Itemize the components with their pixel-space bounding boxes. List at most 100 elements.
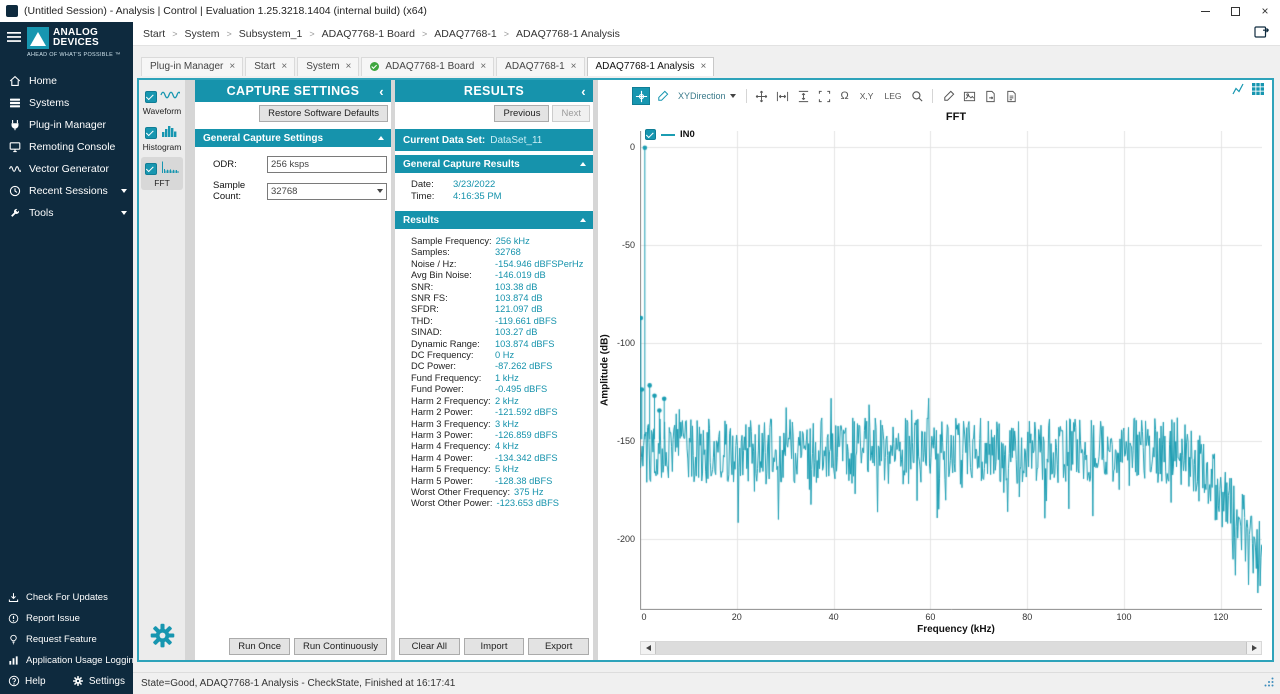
minimize-icon bbox=[1201, 11, 1210, 12]
fit-all-button[interactable] bbox=[816, 87, 834, 105]
waveform-checkbox[interactable] bbox=[145, 91, 157, 103]
breadcrumb-item-adaq7768-1-board[interactable]: ADAQ7768-1 Board bbox=[322, 28, 415, 40]
fft-plot-area[interactable]: IN0 bbox=[640, 131, 1262, 610]
y-tick-label: -50 bbox=[622, 240, 635, 250]
annotate-tool-button[interactable] bbox=[653, 87, 671, 105]
run-continuously-button[interactable]: Run Continuously bbox=[294, 638, 387, 655]
tab-system[interactable]: System× bbox=[297, 57, 359, 76]
view-fft[interactable]: FFT bbox=[141, 157, 183, 190]
import-button[interactable]: Import bbox=[464, 638, 525, 655]
fft-checkbox[interactable] bbox=[145, 163, 157, 175]
legend-item: IN0 bbox=[645, 129, 695, 140]
export-data-button[interactable] bbox=[1002, 87, 1020, 105]
export-button[interactable]: Export bbox=[528, 638, 589, 655]
sidebar-item-report-issue[interactable]: Report Issue bbox=[0, 608, 133, 629]
export-image-button[interactable] bbox=[981, 87, 999, 105]
xy-values-button[interactable]: X,Y bbox=[856, 87, 878, 105]
result-label: SFDR: bbox=[411, 304, 495, 315]
fft-trace-canvas[interactable] bbox=[640, 131, 1262, 610]
sidebar-item-remoting-console[interactable]: Remoting Console bbox=[0, 136, 133, 158]
close-tab-icon[interactable]: × bbox=[346, 61, 352, 72]
status-ok-icon bbox=[370, 62, 379, 71]
analysis-settings-gear-icon[interactable] bbox=[149, 622, 176, 652]
sidebar-item-settings[interactable]: Settings bbox=[72, 675, 125, 687]
close-tab-icon[interactable]: × bbox=[571, 61, 577, 72]
close-tab-icon[interactable]: × bbox=[229, 61, 235, 72]
breadcrumb-item-start[interactable]: Start bbox=[143, 28, 165, 40]
zoom-button[interactable] bbox=[908, 87, 926, 105]
sidebar-item-check-for-updates[interactable]: Check For Updates bbox=[0, 587, 133, 608]
chevron-down-icon bbox=[121, 211, 127, 215]
sidebar-item-request-feature[interactable]: Request Feature bbox=[0, 629, 133, 650]
maximize-button[interactable] bbox=[1220, 0, 1250, 22]
next-button[interactable]: Next bbox=[552, 105, 590, 122]
autoscale-button[interactable]: Ω bbox=[837, 87, 853, 105]
snapshot-button[interactable] bbox=[960, 87, 978, 105]
breadcrumb-item-adaq7768-1[interactable]: ADAQ7768-1 bbox=[434, 28, 496, 40]
run-once-button[interactable]: Run Once bbox=[229, 638, 290, 655]
result-row: Harm 2 Frequency:2 kHz bbox=[411, 396, 593, 407]
sidebar-item-application-usage-logging[interactable]: Application Usage Logging bbox=[0, 650, 133, 671]
chart-legend: IN0 bbox=[645, 129, 695, 140]
sidebar-item-systems[interactable]: Systems bbox=[0, 92, 133, 114]
scroll-right-button[interactable] bbox=[1247, 642, 1261, 654]
toolbar-divider bbox=[932, 89, 933, 103]
breadcrumb-item-adaq7768-1-analysis[interactable]: ADAQ7768-1 Analysis bbox=[516, 28, 620, 40]
sidebar-item-help[interactable]: Help bbox=[8, 675, 46, 687]
sidebar-item-tools[interactable]: Tools bbox=[0, 202, 133, 224]
tab-adaq7768-1-board[interactable]: ADAQ7768-1 Board× bbox=[361, 57, 494, 76]
sidebar-item-recent-sessions[interactable]: Recent Sessions bbox=[0, 180, 133, 202]
time-value: 4:16:35 PM bbox=[453, 191, 502, 203]
tab-plug-in-manager[interactable]: Plug-in Manager× bbox=[141, 57, 243, 76]
result-value: 103.874 dBFS bbox=[495, 339, 554, 350]
view-histogram[interactable]: Histogram bbox=[141, 121, 183, 154]
xy-direction-dropdown[interactable]: XYDirection bbox=[674, 89, 740, 103]
sidebar-item-plug-in-manager[interactable]: Plug-in Manager bbox=[0, 114, 133, 136]
legend-checkbox[interactable] bbox=[645, 129, 656, 140]
previous-button[interactable]: Previous bbox=[494, 105, 549, 122]
sidebar-item-home[interactable]: Home bbox=[0, 70, 133, 92]
tab-bar: Plug-in Manager×Start×System×ADAQ7768-1 … bbox=[133, 46, 1280, 76]
chart-h-scrollbar[interactable] bbox=[640, 641, 1262, 655]
odr-input[interactable] bbox=[267, 156, 387, 173]
tab-adaq7768-1[interactable]: ADAQ7768-1× bbox=[496, 57, 584, 76]
tab-adaq7768-1-analysis[interactable]: ADAQ7768-1 Analysis× bbox=[587, 57, 715, 76]
close-tab-icon[interactable]: × bbox=[480, 61, 486, 72]
menu-icon[interactable] bbox=[7, 31, 21, 46]
restore-defaults-button[interactable]: Restore Software Defaults bbox=[259, 105, 388, 122]
histogram-checkbox[interactable] bbox=[145, 127, 157, 139]
y-tick-label: -150 bbox=[617, 436, 635, 446]
tab-start[interactable]: Start× bbox=[245, 57, 295, 76]
grid-view-icon[interactable] bbox=[1252, 83, 1264, 98]
chart-toolbar: XYDirection Ω X,Y LEG bbox=[598, 84, 1272, 108]
scroll-left-button[interactable] bbox=[641, 642, 655, 654]
results-section[interactable]: Results bbox=[395, 211, 593, 229]
preview-chart-icon[interactable] bbox=[1232, 83, 1245, 98]
select-tool-button[interactable] bbox=[632, 87, 650, 105]
edit-button[interactable] bbox=[939, 87, 957, 105]
pan-button[interactable] bbox=[753, 87, 771, 105]
close-tab-icon[interactable]: × bbox=[281, 61, 287, 72]
collapse-panel-icon[interactable]: ‹ bbox=[581, 85, 586, 98]
result-value: 103.874 dB bbox=[495, 293, 543, 304]
breadcrumb-item-subsystem-1[interactable]: Subsystem_1 bbox=[239, 28, 303, 40]
result-label: Fund Power: bbox=[411, 384, 495, 395]
collapse-panel-icon[interactable]: ‹ bbox=[379, 85, 384, 98]
resize-grip-icon[interactable] bbox=[1264, 677, 1274, 690]
general-capture-results-section[interactable]: General Capture Results bbox=[395, 155, 593, 173]
clear-all-button[interactable]: Clear All bbox=[399, 638, 460, 655]
breadcrumb-item-system[interactable]: System bbox=[184, 28, 219, 40]
close-button[interactable]: × bbox=[1250, 0, 1280, 22]
view-waveform[interactable]: Waveform bbox=[141, 85, 183, 118]
sidebar-item-vector-generator[interactable]: Vector Generator bbox=[0, 158, 133, 180]
sample-count-dropdown[interactable]: 32768 bbox=[267, 183, 387, 200]
app-icon bbox=[6, 5, 18, 17]
fit-width-button[interactable] bbox=[774, 87, 792, 105]
fit-height-button[interactable] bbox=[795, 87, 813, 105]
general-capture-settings-section[interactable]: General Capture Settings bbox=[195, 129, 391, 147]
close-tab-icon[interactable]: × bbox=[700, 61, 706, 72]
legend-toggle-button[interactable]: LEG bbox=[880, 87, 905, 105]
minimize-button[interactable] bbox=[1190, 0, 1220, 22]
scrollbar-thumb[interactable] bbox=[655, 642, 1247, 654]
panel-export-icon[interactable] bbox=[1254, 25, 1270, 42]
